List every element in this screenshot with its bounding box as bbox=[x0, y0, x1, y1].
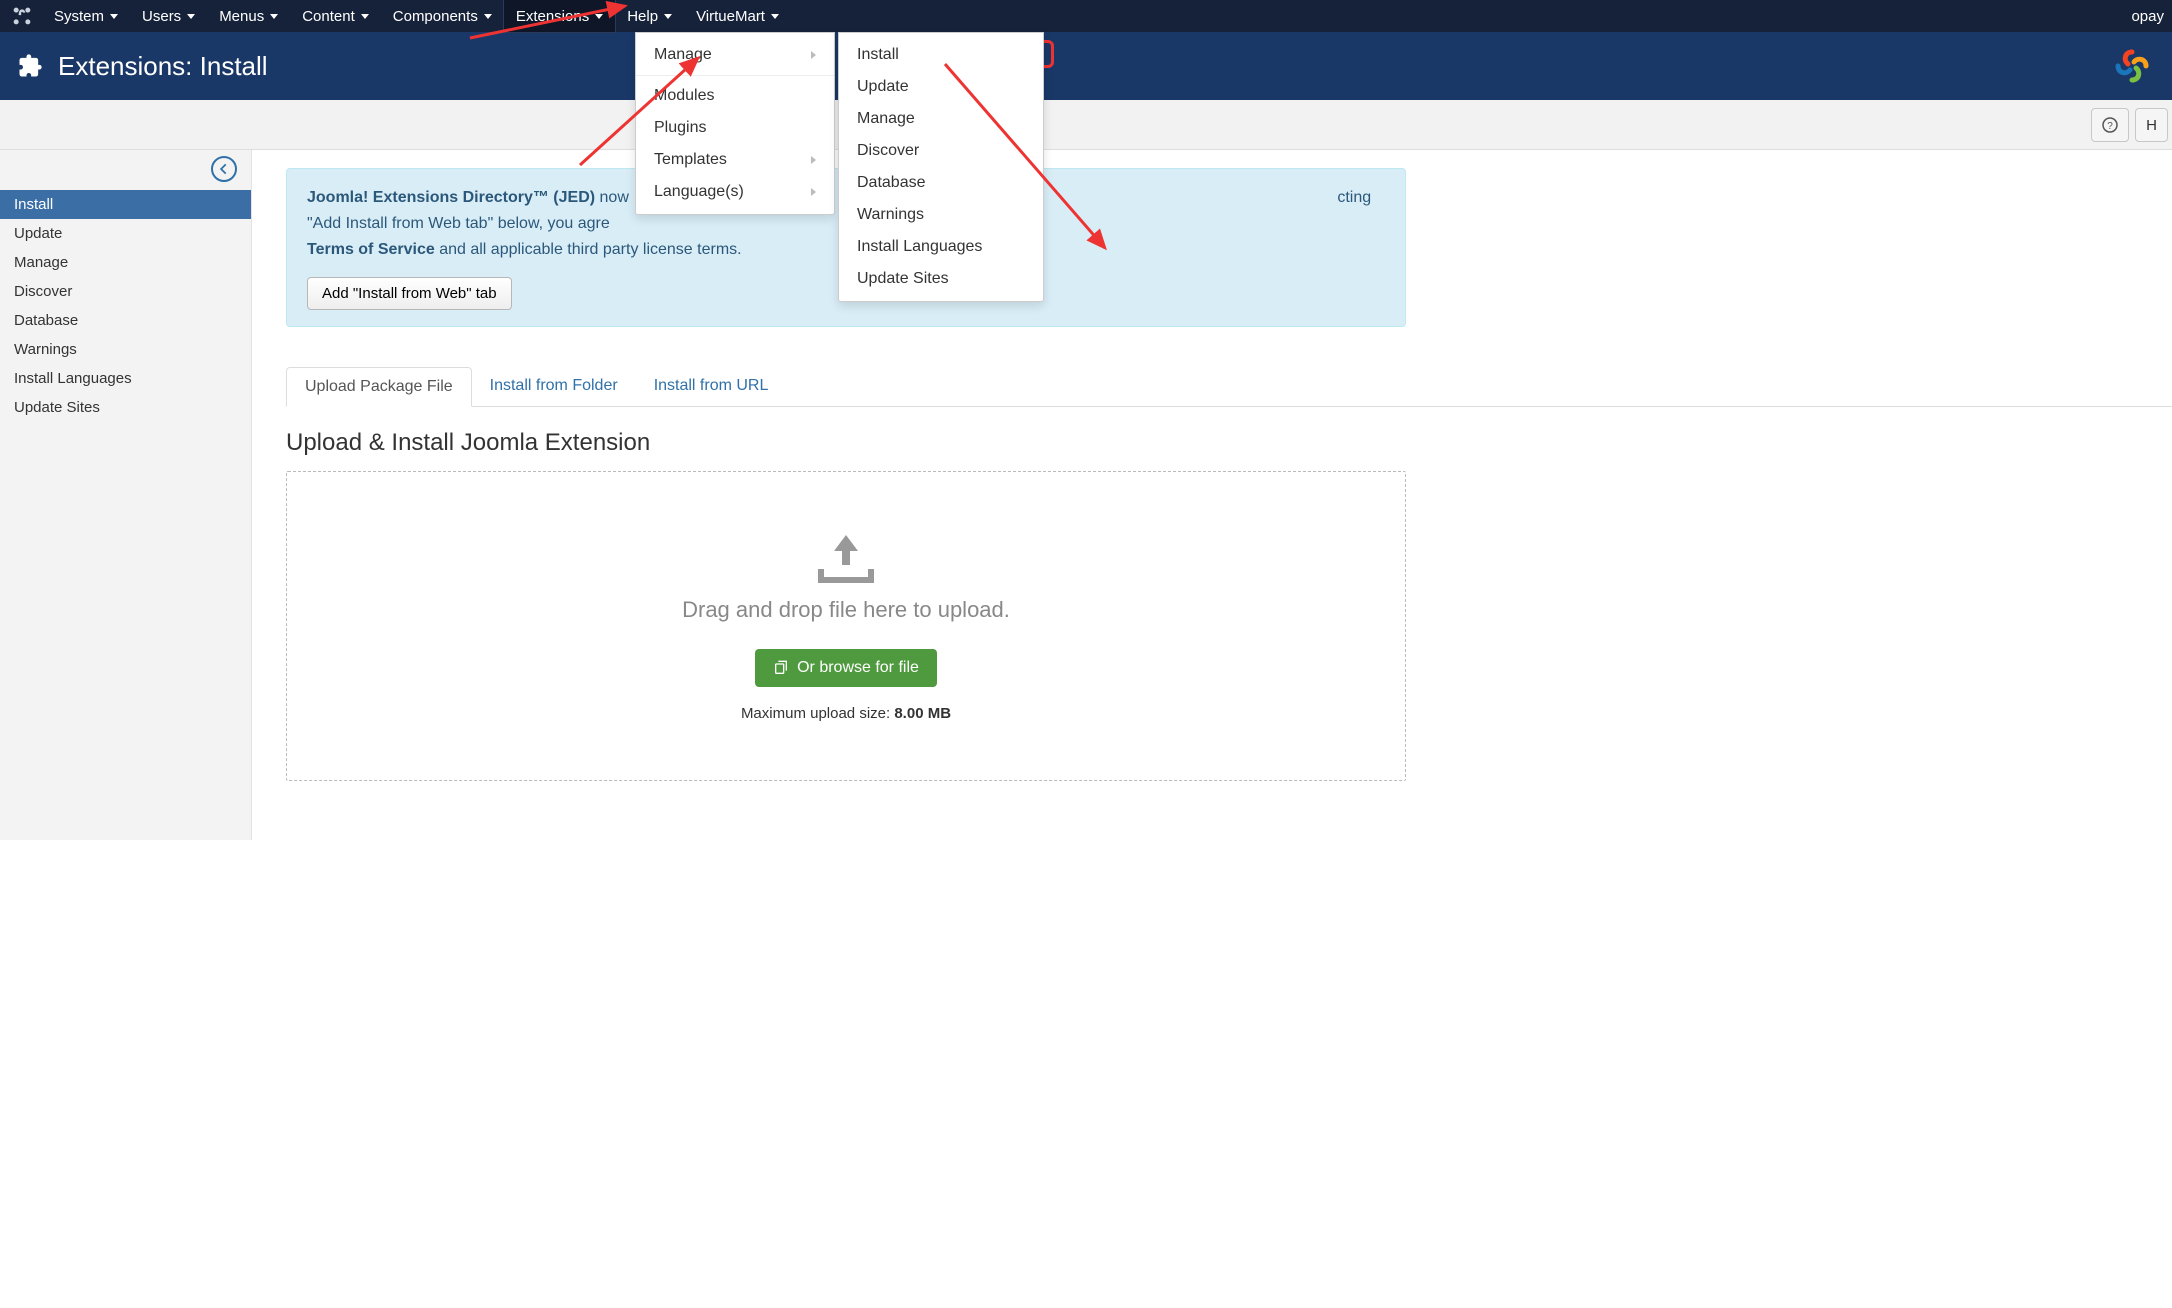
puzzle-icon bbox=[16, 52, 44, 80]
caret-down-icon bbox=[664, 14, 672, 19]
max-upload-size: Maximum upload size: 8.00 MB bbox=[741, 705, 951, 722]
manage-submenu-item-update[interactable]: Update bbox=[839, 71, 1043, 103]
tab-install-from-url[interactable]: Install from URL bbox=[636, 367, 787, 406]
topmenu-item-menus[interactable]: Menus bbox=[207, 0, 290, 32]
upload-dropzone[interactable]: Drag and drop file here to upload. Or br… bbox=[286, 471, 1406, 781]
caret-down-icon bbox=[484, 14, 492, 19]
topmenu-item-system[interactable]: System bbox=[42, 0, 130, 32]
sidebar-item-install[interactable]: Install bbox=[0, 190, 251, 219]
caret-down-icon bbox=[270, 14, 278, 19]
dropzone-text: Drag and drop file here to upload. bbox=[682, 597, 1010, 623]
chevron-right-icon bbox=[811, 188, 816, 196]
topmenu-item-extensions[interactable]: Extensions bbox=[504, 0, 615, 32]
topmenu-item-users[interactable]: Users bbox=[130, 0, 207, 32]
tab-upload-package-file[interactable]: Upload Package File bbox=[286, 367, 472, 407]
manage-submenu-item-install-languages[interactable]: Install Languages bbox=[839, 231, 1043, 263]
sidebar: InstallUpdateManageDiscoverDatabaseWarni… bbox=[0, 150, 252, 840]
topmenu-item-content[interactable]: Content bbox=[290, 0, 381, 32]
caret-down-icon bbox=[110, 14, 118, 19]
alert-bold-tos: Terms of Service bbox=[307, 241, 435, 258]
toolbar: ? H bbox=[0, 100, 2172, 150]
sidebar-item-update[interactable]: Update bbox=[0, 219, 251, 248]
chevron-right-icon bbox=[811, 156, 816, 164]
browse-file-button[interactable]: Or browse for file bbox=[755, 649, 937, 687]
ext-menu-item-modules[interactable]: Modules bbox=[636, 80, 834, 112]
joomla-icon bbox=[12, 6, 32, 26]
svg-text:?: ? bbox=[2107, 121, 2113, 132]
sidebar-item-update-sites[interactable]: Update Sites bbox=[0, 393, 251, 422]
arrow-left-icon bbox=[217, 162, 231, 176]
caret-down-icon bbox=[187, 14, 195, 19]
top-user-label[interactable]: opay bbox=[2131, 8, 2172, 25]
alert-bold-jed: Joomla! Extensions Directory™ (JED) bbox=[307, 189, 595, 206]
page-title: Extensions: Install bbox=[58, 51, 268, 82]
section-title: Upload & Install Joomla Extension bbox=[286, 429, 2172, 457]
manage-submenu-item-update-sites[interactable]: Update Sites bbox=[839, 263, 1043, 295]
workspace: InstallUpdateManageDiscoverDatabaseWarni… bbox=[0, 150, 2172, 840]
toolbar-help-icon-button[interactable]: ? bbox=[2091, 108, 2129, 142]
caret-down-icon bbox=[361, 14, 369, 19]
manage-submenu-item-discover[interactable]: Discover bbox=[839, 135, 1043, 167]
caret-down-icon bbox=[771, 14, 779, 19]
sidebar-item-discover[interactable]: Discover bbox=[0, 277, 251, 306]
sidebar-item-install-languages[interactable]: Install Languages bbox=[0, 364, 251, 393]
admin-top-menu: SystemUsersMenusContentComponentsExtensi… bbox=[0, 0, 2172, 32]
caret-down-icon bbox=[595, 14, 603, 19]
add-install-from-web-button[interactable]: Add "Install from Web" tab bbox=[307, 277, 512, 310]
ext-menu-item-templates[interactable]: Templates bbox=[636, 144, 834, 176]
topmenu-item-virtuemart[interactable]: VirtueMart bbox=[684, 0, 791, 32]
tab-install-from-folder[interactable]: Install from Folder bbox=[472, 367, 636, 406]
content-area: Joomla! Extensions Directory™ (JED) now … bbox=[252, 150, 2172, 840]
file-copy-icon bbox=[773, 660, 789, 676]
page-header: Extensions: Install bbox=[0, 32, 2172, 100]
manage-submenu-item-install[interactable]: Install bbox=[839, 39, 1043, 71]
upload-icon bbox=[816, 531, 876, 583]
chevron-right-icon bbox=[811, 51, 816, 59]
manage-submenu-item-database[interactable]: Database bbox=[839, 167, 1043, 199]
ext-menu-item-language-s-[interactable]: Language(s) bbox=[636, 176, 834, 208]
toolbar-help-button[interactable]: H bbox=[2135, 108, 2168, 142]
sidebar-item-warnings[interactable]: Warnings bbox=[0, 335, 251, 364]
topmenu-item-components[interactable]: Components bbox=[381, 0, 504, 32]
ext-menu-item-manage[interactable]: Manage bbox=[636, 39, 834, 71]
question-circle-icon: ? bbox=[2102, 117, 2118, 133]
install-tabs: Upload Package FileInstall from FolderIn… bbox=[286, 367, 2172, 407]
extensions-dropdown: Manage ModulesPluginsTemplatesLanguage(s) bbox=[635, 32, 835, 215]
ext-menu-item-plugins[interactable]: Plugins bbox=[636, 112, 834, 144]
manage-submenu-item-warnings[interactable]: Warnings bbox=[839, 199, 1043, 231]
manage-submenu: InstallUpdateManageDiscoverDatabaseWarni… bbox=[838, 32, 1044, 302]
joomla-logo bbox=[2110, 44, 2154, 88]
manage-submenu-item-manage[interactable]: Manage bbox=[839, 103, 1043, 135]
topmenu-item-help[interactable]: Help bbox=[615, 0, 684, 32]
sidebar-back-button[interactable] bbox=[211, 156, 237, 182]
sidebar-item-database[interactable]: Database bbox=[0, 306, 251, 335]
menu-divider bbox=[636, 75, 834, 76]
sidebar-item-manage[interactable]: Manage bbox=[0, 248, 251, 277]
